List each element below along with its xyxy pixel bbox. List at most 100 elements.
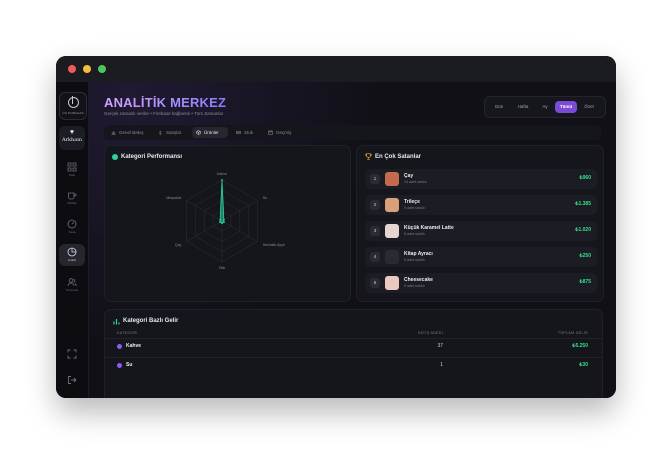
column-header-income[interactable]: TOPLAM GELİR xyxy=(558,331,588,335)
category-name: Su xyxy=(126,362,133,368)
radar-axis-label: Su xyxy=(262,195,268,200)
tab-genel-bakis[interactable]: Genel Bakış xyxy=(107,127,152,138)
radar-axis-label: Tatlı xyxy=(218,266,226,270)
app-logo[interactable]: ÜN PUBAHAS xyxy=(59,92,87,120)
sidebar-item-personel[interactable]: Personel xyxy=(59,274,85,296)
category-performance-card: Kategori Performansı Kahve Su Herbatik Ayç… xyxy=(104,145,351,302)
product-revenue: ₺250 xyxy=(579,253,591,259)
logo-text: ÜN PUBAHAS xyxy=(62,111,84,115)
product-revenue: ₺875 xyxy=(579,279,591,285)
range-day-button[interactable]: Gün xyxy=(489,101,509,113)
column-header-category[interactable]: KATEGORİ xyxy=(117,331,138,335)
calendar-icon xyxy=(268,130,273,135)
sidebar-item-mutfak[interactable]: Mutfak xyxy=(59,187,85,209)
close-window-button[interactable] xyxy=(68,65,76,73)
radar-axis-label: Herbatik Ayçe xyxy=(262,242,285,247)
maximize-window-button[interactable] xyxy=(98,65,106,73)
product-sold-count: 5 adet satıldı xyxy=(404,284,425,288)
top-seller-row[interactable]: 2 Trileçe 9 adet satıldı ₺1.385 xyxy=(365,195,597,215)
radar-axis-label: Kahve xyxy=(216,172,228,176)
product-sold-count: 5 adet satıldı xyxy=(404,258,425,262)
tab-gecmis[interactable]: Geçmiş xyxy=(264,127,300,138)
product-thumbnail xyxy=(385,276,399,290)
radar-point-herbatik-ayçe[interactable] xyxy=(223,221,225,224)
product-name: Cheesecake xyxy=(404,277,433,283)
rank-badge: 3 xyxy=(370,226,380,236)
time-range-selector: Gün Hafta Ay Tümü Özel xyxy=(484,96,606,118)
rank-badge: 4 xyxy=(370,252,380,262)
sidebar-item-kasa[interactable]: Kasa xyxy=(59,216,85,238)
product-thumbnail xyxy=(385,198,399,212)
sidebar-item-label: Kasa xyxy=(68,230,76,234)
svg-text:$: $ xyxy=(159,130,162,135)
main-content: ANALİTİK MERKEZ Gerçek zamanlı veriler •… xyxy=(89,82,616,398)
brand-logo[interactable]: ♥ Arkham xyxy=(59,126,85,150)
top-seller-row[interactable]: 1 Çay 14 adet satıldı ₺960 xyxy=(365,169,597,189)
grid-icon xyxy=(67,162,77,172)
app-window: ÜN PUBAHAS ♥ Arkham Kafe Mutfak Kasa Ana… xyxy=(56,56,616,398)
rank-badge: 2 xyxy=(370,200,380,210)
rank-badge: 1 xyxy=(370,174,380,184)
page-subtitle: Gerçek zamanlı veriler • Firebase bağlan… xyxy=(104,111,224,116)
section-tabs: Genel Bakış $ Satışlar Ürünler Stok Geçm… xyxy=(104,125,601,140)
sidebar-item-label: Analiz xyxy=(67,258,77,262)
radar-point-meşrubat[interactable] xyxy=(219,219,221,221)
sidebar-item-label: Mutfak xyxy=(67,201,77,205)
fullscreen-icon[interactable] xyxy=(67,349,77,359)
range-all-button[interactable]: Tümü xyxy=(555,101,577,113)
product-revenue: ₺1.385 xyxy=(575,201,591,207)
radar-point-su[interactable] xyxy=(223,219,225,221)
product-name: Kitap Ayracı xyxy=(404,251,433,257)
pie-chart-icon xyxy=(67,247,77,257)
total-income: ₺5.250 xyxy=(572,343,588,349)
tab-satislar[interactable]: $ Satışlar xyxy=(154,127,188,138)
gauge-icon xyxy=(67,219,77,229)
product-revenue: ₺960 xyxy=(579,175,591,181)
users-icon xyxy=(67,278,77,287)
top-seller-row[interactable]: 4 Kitap Ayracı 5 adet satıldı ₺250 xyxy=(365,247,597,267)
radar-axis-label: Meşrubat xyxy=(166,195,182,200)
product-thumbnail xyxy=(385,224,399,238)
product-name: Küçük Karamel Latte xyxy=(404,225,454,231)
category-dot xyxy=(117,363,122,368)
radar-chart xyxy=(186,179,258,263)
product-sold-count: 14 adet satıldı xyxy=(404,180,427,184)
category-income-card: Kategori Bazlı Gelir KATEGORİ SATIŞ ADED… xyxy=(104,309,603,398)
category-dot xyxy=(117,344,122,349)
radar-point-kahve[interactable] xyxy=(221,179,223,181)
sidebar-item-label: Kafe xyxy=(68,173,76,177)
bar-icon xyxy=(113,319,120,325)
product-sold-count: 9 adet satıldı xyxy=(404,206,425,210)
power-logo-icon xyxy=(68,97,79,108)
top-sellers-card: En Çok Satanlar 1 Çay 14 adet satıldı ₺9… xyxy=(356,145,604,302)
top-seller-row[interactable]: 5 Cheesecake 5 adet satıldı ₺875 xyxy=(365,273,597,293)
minimize-window-button[interactable] xyxy=(83,65,91,73)
logout-icon[interactable] xyxy=(67,375,77,385)
window-titlebar xyxy=(56,56,616,82)
column-header-count[interactable]: SATIŞ ADEDİ xyxy=(405,331,443,335)
range-week-button[interactable]: Hafta xyxy=(511,101,535,113)
radar-point-tatlı[interactable] xyxy=(221,222,223,225)
range-custom-button[interactable]: Özel xyxy=(579,101,599,113)
chart-icon xyxy=(111,131,116,135)
rank-badge: 5 xyxy=(370,278,380,288)
category-name: Kahve xyxy=(126,343,142,349)
product-revenue: ₺1.020 xyxy=(575,227,591,233)
stock-icon xyxy=(236,130,241,135)
radar-series-area xyxy=(219,179,225,224)
sidebar-item-analiz[interactable]: Analiz xyxy=(59,244,85,266)
range-month-button[interactable]: Ay xyxy=(537,101,553,113)
total-income: ₺30 xyxy=(579,362,588,368)
product-name: Çay xyxy=(404,173,414,179)
tab-urunler[interactable]: Ürünler xyxy=(192,127,228,138)
table-row[interactable]: Kahve 37 ₺5.250 xyxy=(105,338,602,354)
product-name: Trileçe xyxy=(404,199,420,205)
sales-count: 37 xyxy=(437,343,443,349)
tab-stok[interactable]: Stok xyxy=(232,127,260,138)
product-thumbnail xyxy=(385,172,399,186)
table-row[interactable]: Su 1 ₺30 xyxy=(105,357,602,373)
radar-point-çay[interactable] xyxy=(219,221,221,224)
top-seller-row[interactable]: 3 Küçük Karamel Latte 8 adet satıldı ₺1.… xyxy=(365,221,597,241)
sidebar-item-kafe[interactable]: Kafe xyxy=(59,159,85,181)
dollar-icon: $ xyxy=(159,130,162,135)
